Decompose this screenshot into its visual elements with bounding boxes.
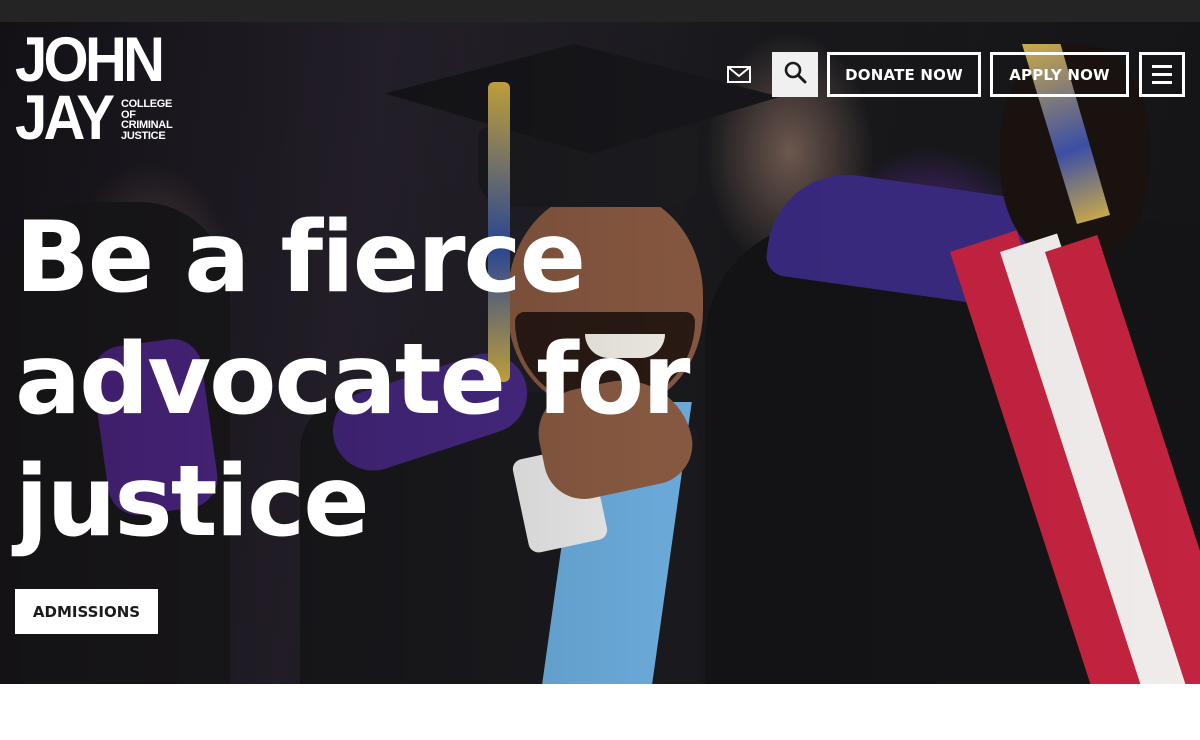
admissions-button[interactable]: ADMISSIONS <box>15 589 158 634</box>
search-icon <box>783 60 807 89</box>
hamburger-menu-icon <box>1152 81 1172 84</box>
search-button[interactable] <box>772 52 818 97</box>
hamburger-menu-icon <box>1152 73 1172 76</box>
john-jay-logo[interactable]: JOHN JAY COLLEGE OF CRIMINAL JUSTICE <box>15 25 180 171</box>
logo-sub-line: JUSTICE <box>121 129 166 142</box>
logo-jay: JAY <box>15 83 115 153</box>
donate-now-button[interactable]: DONATE NOW <box>827 52 981 97</box>
hero-headline: Be a fierce advocate for justice <box>15 197 715 563</box>
logo-subtitle: COLLEGE OF CRIMINAL JUSTICE <box>121 99 191 141</box>
logo-john: JOHN <box>15 25 165 95</box>
logo-sub-line: CRIMINAL <box>121 119 173 131</box>
headline-line: Be a fierce <box>15 201 586 315</box>
menu-button[interactable] <box>1139 52 1185 97</box>
hamburger-menu-icon <box>1152 65 1172 68</box>
headline-line: justice <box>15 445 370 559</box>
logo-sub-line: COLLEGE <box>121 98 173 110</box>
headline-line: advocate for <box>15 323 690 437</box>
apply-now-button[interactable]: APPLY NOW <box>990 52 1129 97</box>
top-bar <box>0 0 1200 22</box>
envelope-icon[interactable] <box>725 63 753 87</box>
